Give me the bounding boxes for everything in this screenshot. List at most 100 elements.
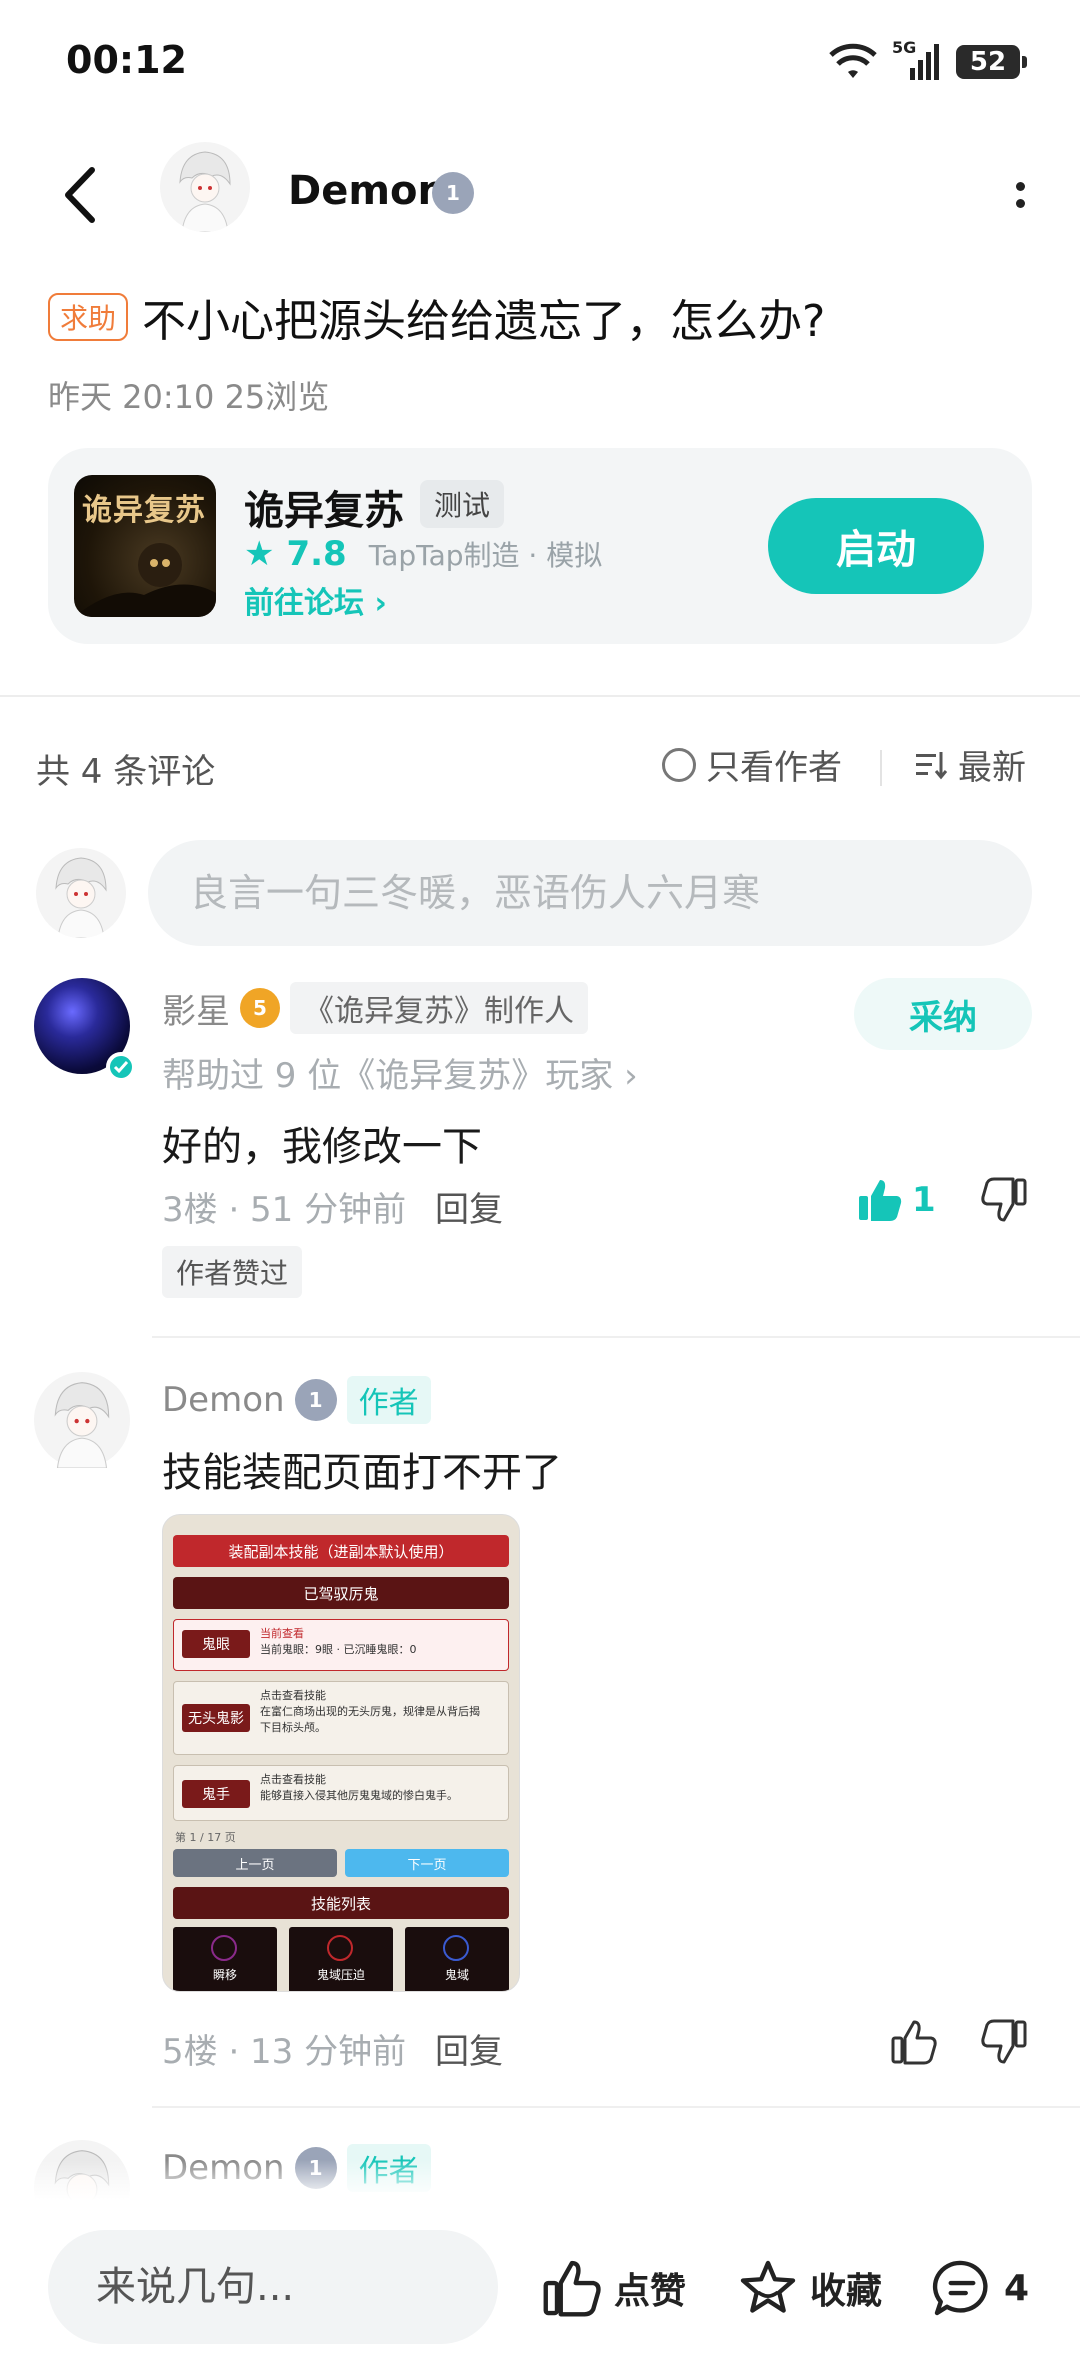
thumbs-down-icon (981, 2019, 1027, 2064)
game-card[interactable]: 诡异复苏 诡异复苏 测试 ★ 7.8 TapTap制造 · 模拟 前往论坛 › … (48, 448, 1032, 644)
image-next: 下一页 (345, 1849, 509, 1877)
battery-level: 52 (969, 47, 1007, 77)
chevron-right-icon: › (624, 1056, 638, 1096)
only-author-toggle[interactable]: 只看作者 (662, 740, 842, 789)
signal-icon: 5G (892, 38, 942, 82)
image-skill: 鬼域压迫 (289, 1927, 393, 1991)
image-chip: 鬼手 (182, 1780, 250, 1808)
dislike-button[interactable] (980, 1176, 1028, 1228)
divider (880, 750, 882, 786)
comment-input-row (0, 838, 1080, 948)
comment-bubble-icon (932, 2260, 988, 2316)
comment-item: 影星 5 《诡异复苏》制作人 采纳 帮助过 9 位《诡异复苏》玩家 › 好的，我… (0, 978, 1080, 1338)
commenter-name[interactable]: 影星 (162, 984, 230, 1033)
comment-meta: 3楼 · 51 分钟前 回复 (162, 1182, 503, 1231)
battery-icon: 52 (956, 45, 1027, 79)
author-name[interactable]: Demon (288, 168, 446, 214)
image-prev: 上一页 (173, 1849, 337, 1877)
author-avatar[interactable] (160, 142, 250, 232)
image-skill-label: 鬼域 (444, 1968, 469, 1982)
like-button[interactable] (890, 2018, 938, 2066)
sort-icon (916, 751, 948, 779)
image-card: 鬼手 点击查看技能 能够直接入侵其他厉鬼鬼域的惨白鬼手。 (173, 1765, 509, 1821)
only-author-label: 只看作者 (706, 748, 842, 788)
sort-button[interactable]: 最新 (914, 740, 1026, 789)
image-bar: 已驾驭厉鬼 (173, 1577, 509, 1609)
image-skill: 鬼域 (405, 1927, 509, 1991)
maker-tag: 《诡异复苏》制作人 (290, 982, 588, 1034)
floor-time: 5楼 · 13 分钟前 (162, 2032, 407, 2072)
more-options-button[interactable] (1000, 170, 1040, 220)
more-dot-icon (1015, 199, 1025, 208)
forum-link-label: 前往论坛 (244, 586, 364, 621)
comment-text: 技能装配页面打不开了 (162, 1450, 562, 1496)
back-arrow-icon (65, 167, 95, 223)
image-skill: 瞬移 (173, 1927, 277, 1991)
reply-button[interactable]: 回复 (435, 2032, 503, 2072)
dislike-button[interactable] (980, 2018, 1028, 2070)
comment-image[interactable]: 装配副本技能（进副本默认使用） 已驾驭厉鬼 鬼眼 当前查看 当前鬼眼：9眼 · … (162, 1514, 520, 1992)
radio-icon (662, 747, 696, 782)
image-text: 当前查看 当前鬼眼：9眼 · 已沉睡鬼眼：0 (260, 1626, 417, 1658)
image-line: 点击查看技能 (260, 1773, 326, 1786)
post-meta: 昨天 20:10 25浏览 (48, 378, 330, 416)
helped-players-label: 帮助过 9 位《诡异复苏》玩家 (162, 1056, 614, 1096)
post-header: Demon 1 (0, 130, 1080, 260)
section-divider (0, 695, 1080, 697)
comment-item: Demon 1 作者 技能装配页面打不开了 装配副本技能（进副本默认使用） 已驾… (0, 1372, 1080, 2072)
comment-divider (152, 1336, 1080, 1338)
wifi-icon (829, 43, 877, 78)
more-dot-icon (1015, 182, 1025, 191)
comments-button[interactable]: 4 (930, 2258, 1029, 2318)
thumbs-up-icon (891, 2020, 937, 2065)
star-icon: ★ (244, 534, 275, 574)
comments-count: 4 (1004, 2267, 1030, 2309)
commenter-name[interactable]: Demon (162, 1380, 285, 1420)
image-line: 下目标头颅。 (260, 1721, 326, 1734)
bottom-fade (0, 2160, 1080, 2200)
test-tag: 测试 (420, 480, 505, 528)
image-skill-label: 瞬移 (212, 1968, 237, 1982)
image-card: 无头鬼影 点击查看技能 在富仁商场出现的无头厉鬼，规律是从背后揭 下目标头颅。 (173, 1681, 509, 1755)
like-post-button[interactable]: 点赞 (540, 2258, 686, 2318)
forum-link[interactable]: 前往论坛 › (244, 578, 387, 622)
launch-button[interactable]: 启动 (768, 498, 984, 594)
comment-meta: 5楼 · 13 分钟前 回复 (162, 2024, 503, 2073)
image-chip: 鬼眼 (182, 1630, 250, 1658)
verified-icon (106, 1052, 136, 1082)
comment-count: 共 4 条评论 (36, 752, 216, 792)
back-button[interactable] (50, 160, 110, 230)
image-line: 点击查看技能 (260, 1689, 326, 1702)
commenter-name-row: 影星 5 《诡异复苏》制作人 (162, 982, 588, 1034)
like-count: 1 (912, 1180, 936, 1220)
bottom-action-bar: 点赞 收藏 4 (0, 2200, 1080, 2375)
game-icon[interactable]: 诡异复苏 (74, 475, 216, 617)
image-text: 点击查看技能 能够直接入侵其他厉鬼鬼域的惨白鬼手。 (260, 1772, 458, 1804)
sort-label: 最新 (958, 748, 1026, 788)
rating-value: 7.8 (286, 534, 347, 574)
thumbs-up-filled-icon (859, 1180, 902, 1221)
post-title-text: 不小心把源头给给遗忘了，怎么办? (142, 296, 826, 347)
game-name[interactable]: 诡异复苏 (244, 478, 404, 536)
comment-input[interactable] (148, 840, 1032, 946)
image-line: 当前鬼眼：9眼 · 已沉睡鬼眼：0 (260, 1643, 417, 1656)
level-badge: 1 (294, 1379, 337, 1421)
star-outline-icon (740, 2260, 796, 2313)
my-avatar (36, 848, 126, 938)
like-button[interactable]: 1 (856, 1176, 936, 1224)
image-text: 点击查看技能 在富仁商场出现的无头厉鬼，规律是从背后揭 下目标头颅。 (260, 1688, 480, 1736)
helped-players-link[interactable]: 帮助过 9 位《诡异复苏》玩家 › (162, 1048, 638, 1097)
adopt-button[interactable]: 采纳 (854, 978, 1032, 1050)
level-badge: 1 (432, 172, 474, 214)
favorite-button[interactable]: 收藏 (736, 2258, 882, 2318)
bottom-comment-input[interactable] (48, 2230, 498, 2344)
reply-button[interactable]: 回复 (435, 1190, 503, 1230)
comment-text: 好的，我修改一下 (162, 1124, 482, 1170)
favorite-label: 收藏 (810, 2271, 883, 2312)
image-line: 在富仁商场出现的无头厉鬼，规律是从背后揭 (260, 1705, 480, 1718)
image-page-label: 第 1 / 17 页 (175, 1831, 236, 1844)
image-skill-label: 鬼域压迫 (316, 1968, 365, 1982)
commenter-avatar[interactable] (34, 1372, 130, 1469)
floor-time: 3楼 · 51 分钟前 (162, 1190, 407, 1230)
game-subtitle: TapTap制造 · 模拟 (368, 539, 603, 572)
